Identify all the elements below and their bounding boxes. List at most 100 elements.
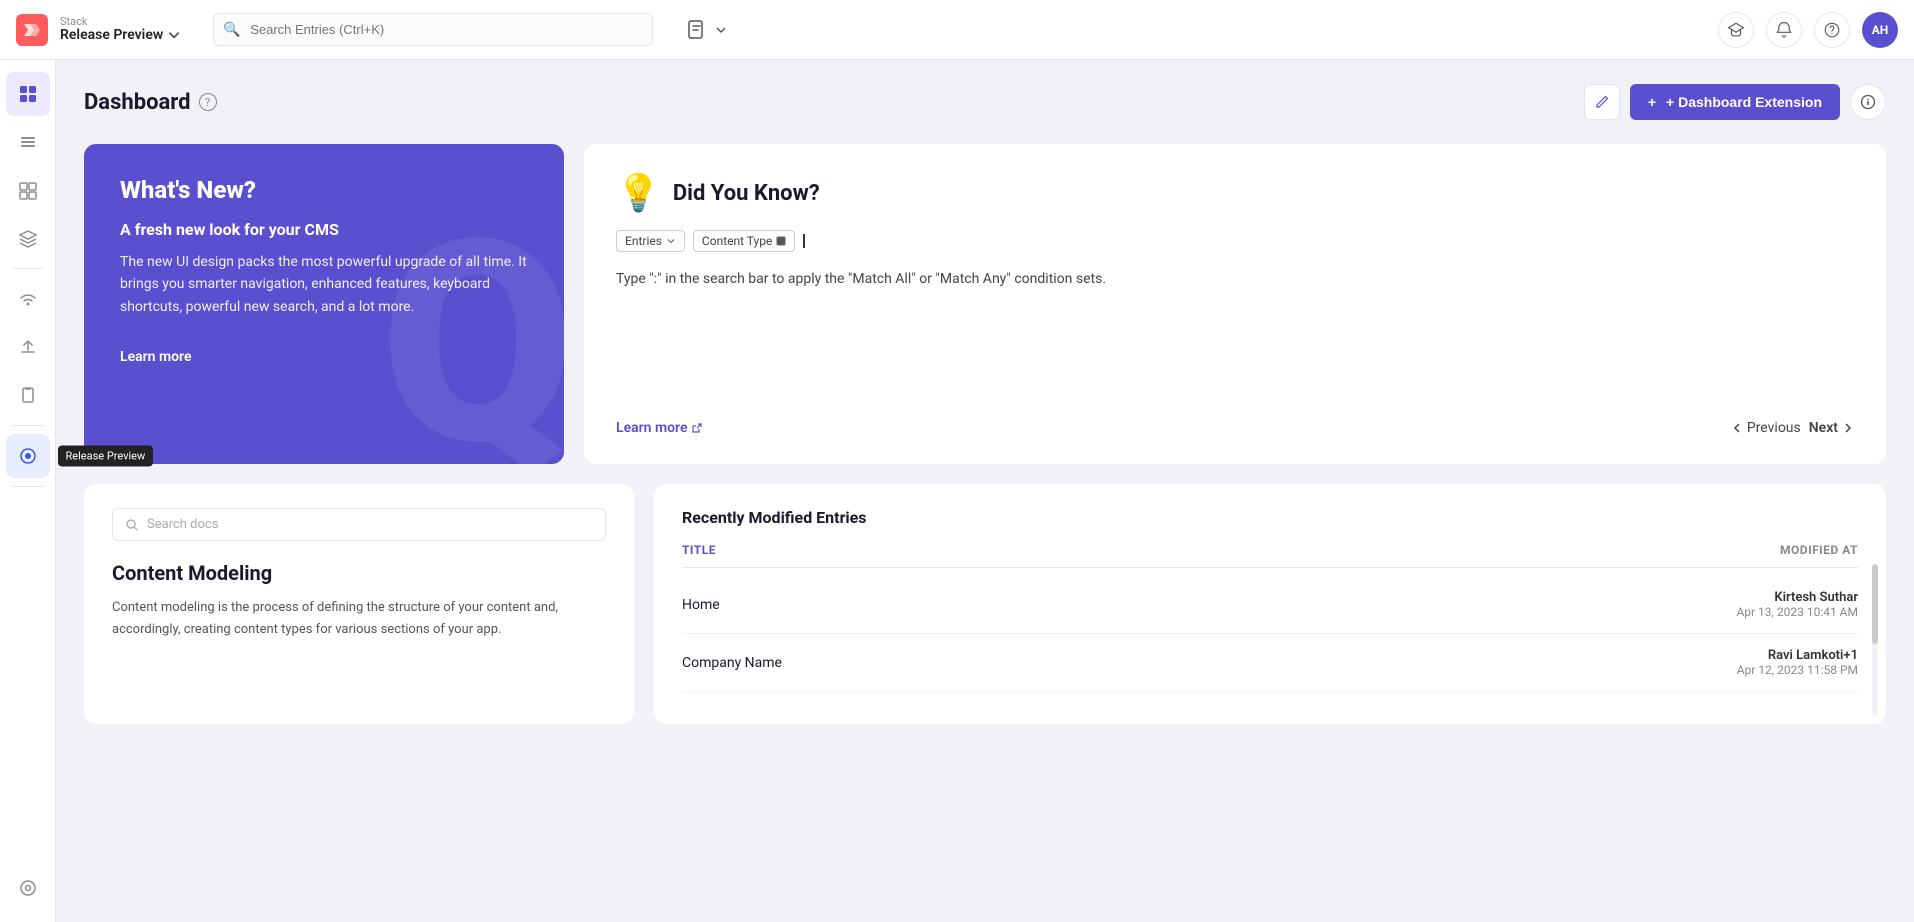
scrollbar-thumb[interactable] [1872,564,1878,644]
dyk-title: Did You Know? [673,181,820,206]
document-icon-group[interactable] [685,18,729,42]
sidebar-item-dashboard[interactable] [6,72,50,116]
layers-icon [18,228,38,248]
sidebar-item-content-types[interactable] [6,168,50,212]
info-icon [1860,94,1876,110]
dyk-next-btn[interactable]: Next [1809,420,1854,436]
notification-btn[interactable] [1766,12,1802,48]
recently-modified-card: Recently Modified Entries Title Modified… [654,484,1886,724]
modified-by-1: Ravi Lamkoti+1 [1737,648,1858,663]
docs-search[interactable]: Search docs [112,508,606,541]
recently-modified-table: Title Modified At Home Kirtesh Suthar Ap… [682,543,1858,692]
sidebar-item-delivery[interactable] [6,277,50,321]
help-icon[interactable]: ? [199,93,217,111]
release-preview-label: Release Preview [60,27,163,43]
search-icon [125,518,139,532]
col-title: Title [682,543,716,557]
dyk-tags: Entries Content Type [616,230,1854,252]
sidebar-item-release-preview[interactable]: Release Preview [6,434,50,478]
plus-icon: + [1648,94,1656,110]
docs-card: Search docs Content Modeling Content mod… [84,484,634,724]
sidebar-item-workflows[interactable] [6,373,50,417]
info-btn[interactable] [1850,84,1886,120]
modified-date-0: Apr 13, 2023 10:41 AM [1736,605,1858,619]
content-type-tag-label: Content Type [702,234,772,248]
edit-dashboard-btn[interactable] [1584,84,1620,120]
sidebar-item-extensions[interactable] [6,325,50,369]
lightbulb-icon: 💡 [616,172,661,214]
modified-by-0: Kirtesh Suthar [1736,590,1858,605]
modified-date-1: Apr 12, 2023 11:58 PM [1737,663,1858,677]
whats-new-card: What's New? A fresh new look for your CM… [84,144,564,464]
chevron-down-icon [666,236,676,246]
content-type-tag[interactable]: Content Type [693,230,795,252]
sidebar-item-settings[interactable] [6,866,50,910]
entry-name-0: Home [682,597,720,613]
release-preview-dropdown[interactable]: Release Preview [60,27,181,43]
dashboard-extension-btn[interactable]: + + Dashboard Extension [1630,84,1840,120]
entries-tag-label: Entries [625,234,662,248]
docs-content-title: Content Modeling [112,561,606,585]
sidebar-divider-2 [12,425,44,426]
recently-modified-title: Recently Modified Entries [682,508,1858,527]
content-type-icon [18,180,38,200]
upload-icon [18,337,38,357]
clipboard-icon [18,385,38,405]
table-row: Home Kirtesh Suthar Apr 13, 2023 10:41 A… [682,576,1858,634]
document-icon [685,18,709,42]
release-icon [18,446,38,466]
page-header-left: Dashboard ? [84,90,217,115]
sidebar-divider-3 [12,486,44,487]
scrollbar[interactable] [1872,564,1878,716]
sidebar: Release Preview [0,60,56,922]
settings-icon [18,878,38,898]
whats-new-title: What's New? [120,176,528,204]
dyk-header: 💡 Did You Know? [616,172,1854,214]
stack-label: Stack [60,16,181,27]
chevron-down-icon [713,22,729,38]
dyk-learn-more[interactable]: Learn more [616,420,703,436]
external-link-icon [691,422,703,434]
chevron-down-icon [167,28,181,42]
whats-new-subtitle: A fresh new look for your CMS [120,220,528,239]
search-bar[interactable]: 🔍 [213,13,653,46]
dyk-previous-btn[interactable]: Previous [1731,420,1801,436]
pencil-icon [1594,94,1610,110]
dyk-navigation: Previous Next [1731,420,1854,436]
main-layout: Release Preview Dashboard ? + + Dashboar… [0,60,1914,922]
did-you-know-card: 💡 Did You Know? Entries Content Type Typ… [584,144,1886,464]
whats-new-learn-more[interactable]: Learn more [120,349,191,365]
sidebar-divider-1 [12,268,44,269]
chevron-left-icon [1731,422,1743,434]
search-icon: 🔍 [223,22,240,38]
modified-info-0: Kirtesh Suthar Apr 13, 2023 10:41 AM [1736,590,1858,619]
dyk-footer: Learn more Previous Next [616,420,1854,436]
sidebar-item-entries[interactable] [6,120,50,164]
entry-name-1: Company Name [682,655,782,671]
modified-info-1: Ravi Lamkoti+1 Apr 12, 2023 11:58 PM [1737,648,1858,677]
bell-icon [1775,21,1793,39]
docs-search-placeholder: Search docs [147,517,218,532]
user-avatar[interactable]: AH [1862,12,1898,48]
bottom-row: Search docs Content Modeling Content mod… [84,484,1886,724]
dashboard-extension-label: + Dashboard Extension [1666,94,1822,110]
wifi-icon [18,289,38,309]
page-title: Dashboard [84,90,191,115]
content-area: Dashboard ? + + Dashboard Extension [56,60,1914,922]
help-btn[interactable] [1814,12,1850,48]
list-icon [18,132,38,152]
tag-icon [776,236,786,246]
top-actions: AH [1718,12,1898,48]
grid-icon [18,84,38,104]
dyk-body: Type ":" in the search bar to apply the … [616,268,1854,404]
table-header: Title Modified At [682,543,1858,568]
text-cursor [803,234,805,248]
graduation-icon [1727,21,1745,39]
entries-tag[interactable]: Entries [616,230,685,252]
education-icon-btn[interactable] [1718,12,1754,48]
sidebar-item-environment[interactable] [6,216,50,260]
app-logo[interactable] [16,14,48,46]
page-header-right: + + Dashboard Extension [1584,84,1886,120]
search-input[interactable] [213,13,653,46]
col-modified: Modified At [1780,543,1858,557]
